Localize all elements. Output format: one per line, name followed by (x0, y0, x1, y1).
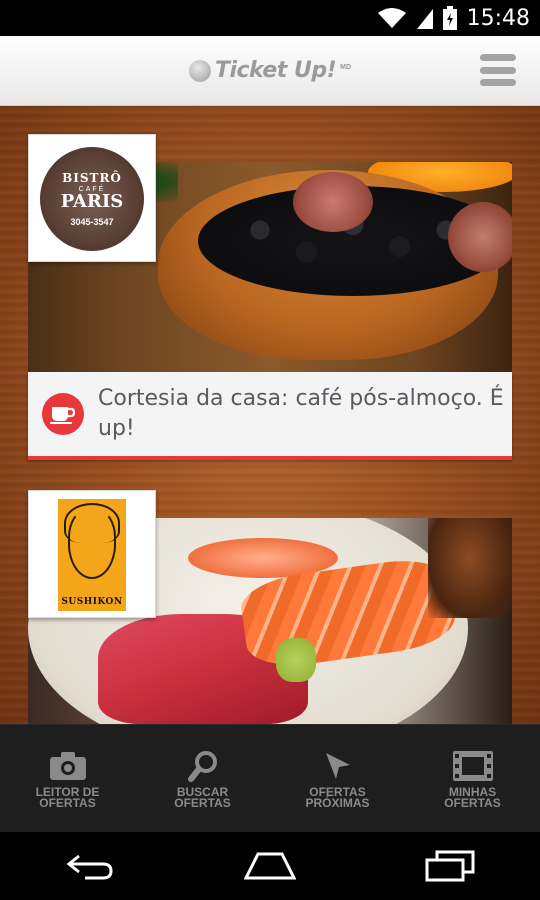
logo-mark-icon (188, 59, 211, 82)
app-logo: Ticket Up! MD (188, 58, 352, 83)
restaurant-logo-sushikon[interactable]: SUSHIKON (28, 490, 156, 618)
app-header: Ticket Up! MD (0, 36, 540, 106)
status-time: 15:48 (466, 5, 530, 31)
coffee-cup-icon (42, 393, 84, 435)
sushikon-emblem: SUSHIKON (58, 499, 126, 611)
tab-label: BUSCAR OFERTAS (174, 784, 231, 810)
logo-name: SUSHIKON (61, 597, 123, 607)
ticket-icon (452, 749, 493, 783)
tab-label: OFERTAS PRÓXIMAS (305, 784, 370, 810)
recent-apps-icon[interactable] (420, 846, 480, 886)
tab-leitor-de-ofertas[interactable]: LEITOR DE OFERTAS (0, 725, 135, 832)
battery-icon (442, 6, 457, 30)
offer-banner[interactable]: Cortesia da casa: café pós-almoço. É up! (28, 372, 512, 460)
wifi-icon (377, 8, 406, 28)
app-logo-trademark: MD (340, 64, 352, 71)
back-icon[interactable] (60, 846, 120, 886)
logo-name-top: BISTRÔ (62, 171, 122, 185)
tab-buscar-ofertas[interactable]: BUSCAR OFERTAS (135, 725, 270, 832)
tab-minhas-ofertas[interactable]: MINHAS OFERTAS (405, 725, 540, 832)
home-icon[interactable] (240, 846, 300, 886)
bistro-paris-emblem: BISTRÔ CAFÉ PARIS 3045-3547 (40, 147, 144, 251)
bottom-tab-bar: LEITOR DE OFERTAS BUSCAR OFERTAS OFERTAS… (0, 724, 540, 832)
search-icon (187, 749, 218, 783)
offers-feed[interactable]: BISTRÔ CAFÉ PARIS 3045-3547 Cortesia da … (0, 106, 540, 724)
camera-icon (49, 749, 86, 783)
tab-ofertas-proximas[interactable]: OFERTAS PRÓXIMAS (270, 725, 405, 832)
system-nav-bar (0, 832, 540, 900)
logo-phone: 3045-3547 (70, 217, 114, 227)
status-bar: 15:48 (0, 0, 540, 36)
location-arrow-icon (324, 749, 352, 783)
restaurant-logo-bistro-paris[interactable]: BISTRÔ CAFÉ PARIS 3045-3547 (28, 134, 156, 262)
signal-icon (416, 9, 433, 29)
app-logo-text: Ticket Up! (214, 58, 337, 83)
tab-label: MINHAS OFERTAS (444, 784, 501, 810)
hamburger-icon[interactable] (480, 54, 516, 86)
tab-label: LEITOR DE OFERTAS (35, 784, 100, 810)
logo-name: PARIS (60, 191, 124, 212)
offer-text: Cortesia da casa: café pós-almoço. É up! (98, 386, 504, 441)
